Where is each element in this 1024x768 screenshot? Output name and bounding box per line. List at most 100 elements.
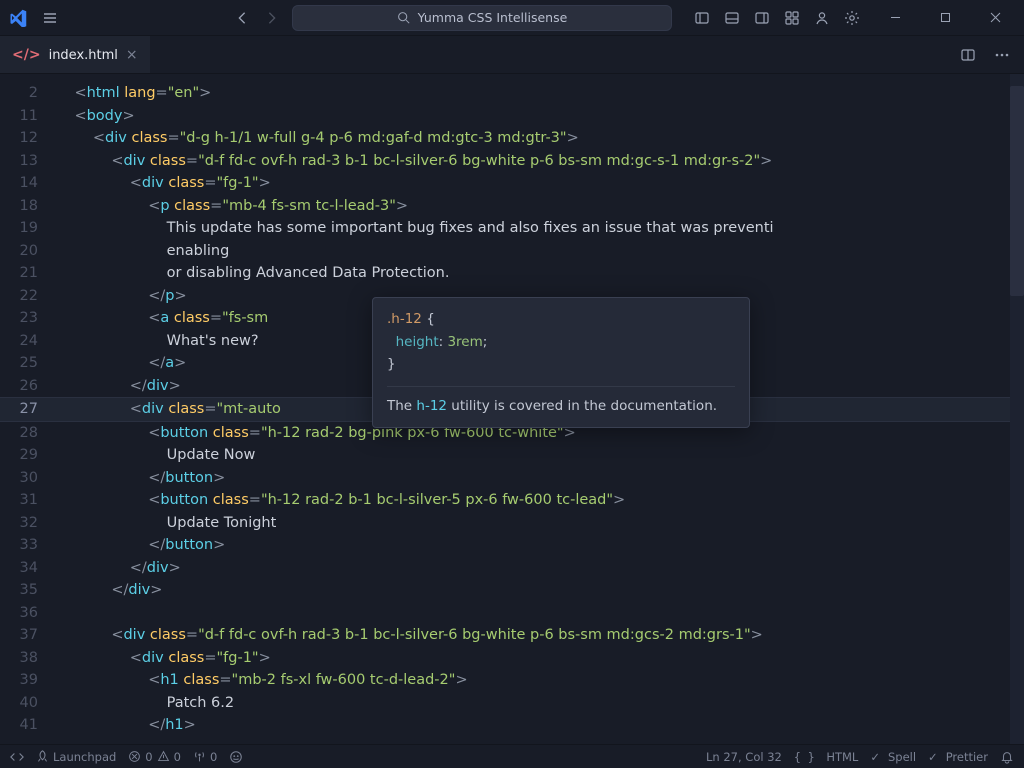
account-icon[interactable]	[808, 4, 836, 32]
window-minimize-button[interactable]	[874, 0, 916, 36]
code-content: or disabling Advanced Data Protection.	[56, 262, 1024, 285]
status-notifications-icon[interactable]	[1000, 750, 1014, 764]
line-number: 30	[0, 467, 56, 490]
code-line[interactable]: 32 Update Tonight	[0, 512, 1024, 535]
nav-forward-button[interactable]	[260, 6, 284, 30]
code-content: <button class="h-12 rad-2 b-1 bc-l-silve…	[56, 489, 1024, 512]
code-line[interactable]: 11 <body>	[0, 105, 1024, 128]
code-content: <div class="fg-1">	[56, 172, 1024, 195]
nav-back-button[interactable]	[230, 6, 254, 30]
code-editor[interactable]: 2 <html lang="en">11 <body>12 <div class…	[0, 74, 1024, 744]
window-close-button[interactable]	[974, 0, 1016, 36]
code-line[interactable]: 36	[0, 602, 1024, 625]
editor-tab-index-html[interactable]: </> index.html ×	[0, 36, 150, 73]
vscode-logo-icon	[8, 8, 28, 28]
customize-layout-icon[interactable]	[778, 4, 806, 32]
code-line[interactable]: 14 <div class="fg-1">	[0, 172, 1024, 195]
code-content: This update has some important bug fixes…	[56, 217, 1024, 240]
line-number: 24	[0, 330, 56, 353]
line-number: 29	[0, 444, 56, 467]
status-spell[interactable]: Spell	[870, 750, 916, 764]
code-content: enabling	[56, 240, 1024, 263]
minimap-viewport[interactable]	[1010, 86, 1024, 296]
status-launchpad[interactable]: Launchpad	[36, 750, 116, 764]
code-line[interactable]: 37 <div class="d-f fd-c ovf-h rad-3 b-1 …	[0, 624, 1024, 647]
hover-doc-link[interactable]: h-12	[416, 398, 447, 414]
code-content: <div class="d-g h-1/1 w-full g-4 p-6 md:…	[56, 127, 1024, 150]
code-line[interactable]: 18 <p class="mb-4 fs-sm tc-l-lead-3">	[0, 195, 1024, 218]
line-number: 34	[0, 557, 56, 580]
line-number: 19	[0, 217, 56, 240]
status-ports[interactable]: 0	[193, 750, 217, 764]
code-content: <div class="d-f fd-c ovf-h rad-3 b-1 bc-…	[56, 150, 1024, 173]
code-line[interactable]: 39 <h1 class="mb-2 fs-xl fw-600 tc-d-lea…	[0, 669, 1024, 692]
app-menu-button[interactable]	[36, 10, 64, 26]
line-number: 28	[0, 422, 56, 445]
line-number: 22	[0, 285, 56, 308]
settings-gear-icon[interactable]	[838, 4, 866, 32]
status-remote-icon[interactable]	[10, 750, 24, 764]
line-number: 31	[0, 489, 56, 512]
line-number: 13	[0, 150, 56, 173]
code-line[interactable]: 34 </div>	[0, 557, 1024, 580]
line-number: 2	[0, 82, 56, 105]
line-number: 20	[0, 240, 56, 263]
code-line[interactable]: 38 <div class="fg-1">	[0, 647, 1024, 670]
code-content: </div>	[56, 557, 1024, 580]
code-line[interactable]: 40 Patch 6.2	[0, 692, 1024, 715]
editor-tab-bar: </> index.html ×	[0, 36, 1024, 74]
code-content: </div>	[56, 579, 1024, 602]
line-number: 33	[0, 534, 56, 557]
line-number: 40	[0, 692, 56, 715]
line-number: 11	[0, 105, 56, 128]
warning-icon	[157, 750, 170, 763]
minimap[interactable]	[1010, 74, 1024, 744]
code-content: <body>	[56, 105, 1024, 128]
status-cursor-position[interactable]: Ln 27, Col 32	[706, 750, 782, 764]
code-line[interactable]: 35 </div>	[0, 579, 1024, 602]
code-line[interactable]: 13 <div class="d-f fd-c ovf-h rad-3 b-1 …	[0, 150, 1024, 173]
status-copilot-icon[interactable]	[229, 750, 243, 764]
rocket-icon	[36, 750, 49, 763]
code-content: <h1 class="mb-2 fs-xl fw-600 tc-d-lead-2…	[56, 669, 1024, 692]
code-content: <html lang="en">	[56, 82, 1024, 105]
layout-panel-bottom-icon[interactable]	[718, 4, 746, 32]
code-line[interactable]: 33 </button>	[0, 534, 1024, 557]
code-line[interactable]: 2 <html lang="en">	[0, 82, 1024, 105]
hover-doc-text: The h-12 utility is covered in the docum…	[387, 386, 735, 418]
code-line[interactable]: 30 </button>	[0, 467, 1024, 490]
code-line[interactable]: 19 This update has some important bug fi…	[0, 217, 1024, 240]
code-line[interactable]: 21 or disabling Advanced Data Protection…	[0, 262, 1024, 285]
hover-css-block: .h-12 { height: 3rem; }	[387, 308, 735, 376]
tab-close-button[interactable]: ×	[126, 47, 138, 63]
code-content	[56, 602, 1024, 625]
code-content: Update Now	[56, 444, 1024, 467]
code-line[interactable]: 12 <div class="d-g h-1/1 w-full g-4 p-6 …	[0, 127, 1024, 150]
radio-tower-icon	[193, 750, 206, 763]
html-file-icon: </>	[12, 47, 41, 63]
more-actions-icon[interactable]	[988, 41, 1016, 69]
line-number: 41	[0, 714, 56, 737]
code-content: Update Tonight	[56, 512, 1024, 535]
window-maximize-button[interactable]	[924, 0, 966, 36]
line-number: 23	[0, 307, 56, 330]
code-line[interactable]: 41 </h1>	[0, 714, 1024, 737]
status-problems[interactable]: 0 0	[128, 750, 181, 764]
split-editor-icon[interactable]	[954, 41, 982, 69]
layout-sidebar-right-icon[interactable]	[748, 4, 776, 32]
code-content: </button>	[56, 467, 1024, 490]
hover-tooltip: .h-12 { height: 3rem; } The h-12 utility…	[372, 297, 750, 428]
error-icon	[128, 750, 141, 763]
code-line[interactable]: 31 <button class="h-12 rad-2 b-1 bc-l-si…	[0, 489, 1024, 512]
line-number: 26	[0, 375, 56, 398]
status-language-mode[interactable]: { } HTML	[794, 750, 858, 764]
line-number: 25	[0, 352, 56, 375]
code-content: <div class="d-f fd-c ovf-h rad-3 b-1 bc-…	[56, 624, 1024, 647]
layout-sidebar-left-icon[interactable]	[688, 4, 716, 32]
title-bar: Yumma CSS Intellisense	[0, 0, 1024, 36]
command-center-text: Yumma CSS Intellisense	[418, 10, 568, 25]
status-prettier[interactable]: Prettier	[928, 750, 988, 764]
command-center[interactable]: Yumma CSS Intellisense	[292, 5, 672, 31]
code-line[interactable]: 20 enabling	[0, 240, 1024, 263]
code-line[interactable]: 29 Update Now	[0, 444, 1024, 467]
